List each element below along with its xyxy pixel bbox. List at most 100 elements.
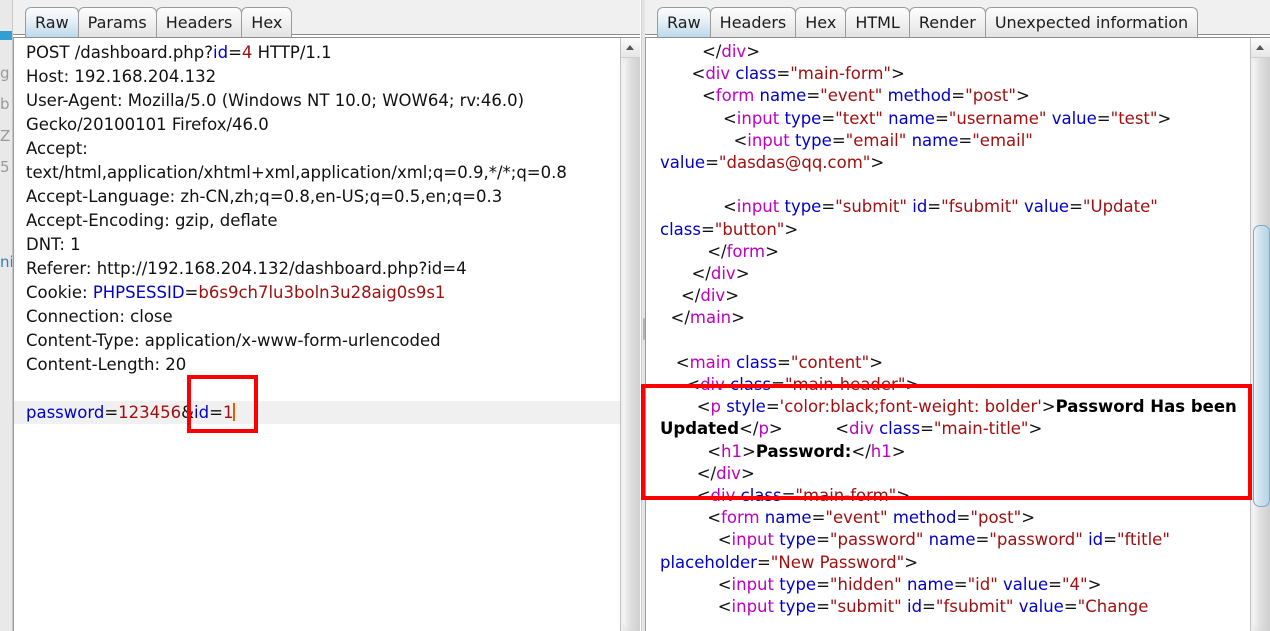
code-line: User-Agent: Mozilla/5.0 (Windows NT 10.0… bbox=[26, 89, 620, 113]
ghost-text-fragment: Z bbox=[0, 127, 11, 145]
code-token: type bbox=[779, 530, 817, 550]
code-token: div bbox=[710, 486, 741, 506]
code-token: = bbox=[765, 397, 780, 417]
code-token: & bbox=[181, 403, 195, 422]
code-token: class bbox=[740, 486, 782, 506]
request-tab-headers[interactable]: Headers bbox=[155, 7, 243, 37]
code-token: "event" bbox=[820, 86, 888, 106]
code-token: > bbox=[1041, 397, 1056, 417]
code-token: "Change bbox=[1077, 597, 1149, 617]
code-token: > bbox=[870, 153, 885, 173]
request-content-area[interactable]: POST /dashboard.php?id=4 HTTP/1.1 Host: 1… bbox=[13, 37, 640, 631]
code-token: < bbox=[660, 130, 748, 150]
code-token: > bbox=[869, 352, 884, 372]
code-token: value bbox=[1003, 574, 1049, 594]
code-token: text/html,application/xhtml+xml,applicat… bbox=[26, 163, 567, 182]
code-token: class bbox=[660, 219, 701, 239]
code-token: div bbox=[721, 42, 747, 61]
scroll-up-arrow-icon[interactable] bbox=[1251, 38, 1270, 58]
code-token: > bbox=[1021, 508, 1036, 528]
code-token: "ftitle" bbox=[1116, 530, 1170, 550]
code-token: = bbox=[705, 153, 719, 173]
text-cursor-caret bbox=[233, 403, 236, 421]
request-vertical-scrollbar[interactable] bbox=[620, 38, 640, 631]
code-line: <p style='color:black;font-weight: bolde… bbox=[660, 396, 1250, 440]
code-token: "post" bbox=[970, 508, 1022, 528]
code-token: Accept: bbox=[26, 139, 88, 158]
scrollbar-thumb[interactable] bbox=[1253, 225, 1270, 507]
code-line: Accept: bbox=[26, 137, 620, 161]
code-token: > bbox=[742, 441, 756, 461]
response-vertical-scrollbar[interactable] bbox=[1250, 38, 1270, 631]
code-token: div bbox=[849, 419, 880, 439]
code-token: class bbox=[735, 64, 777, 84]
code-line: Connection: close bbox=[26, 305, 620, 329]
code-token: div bbox=[716, 463, 741, 483]
code-token: b6s9ch7lu3boln3u28aig0s9s1 bbox=[198, 283, 446, 302]
code-token: = bbox=[816, 597, 830, 617]
code-token: div bbox=[705, 64, 736, 84]
code-line: <form name="event" method="post"> bbox=[660, 507, 1250, 529]
code-token: > bbox=[1157, 108, 1172, 128]
request-tab-bar: Raw Params Headers Hex bbox=[13, 0, 640, 37]
code-line: Host: 192.168.204.132 bbox=[26, 65, 620, 89]
scrollbar-track[interactable] bbox=[623, 58, 638, 629]
request-tab-hex[interactable]: Hex bbox=[241, 7, 293, 37]
code-token: Accept-Encoding: gzip, deflate bbox=[26, 211, 278, 230]
code-line: <div class="main-form"> bbox=[660, 485, 1250, 507]
code-token: name bbox=[888, 108, 935, 128]
code-token: < bbox=[782, 419, 850, 439]
response-tab-raw[interactable]: Raw bbox=[657, 7, 711, 37]
response-tab-headers[interactable]: Headers bbox=[709, 7, 797, 37]
code-line: Content-Type: application/x-www-form-url… bbox=[26, 329, 620, 353]
code-token: = bbox=[1103, 530, 1117, 550]
ghost-text-fragment: g bbox=[0, 64, 10, 82]
code-token: input bbox=[736, 108, 785, 128]
response-tab-html[interactable]: HTML bbox=[845, 7, 910, 37]
code-token: Host: 192.168.204.132 bbox=[26, 67, 217, 86]
code-token: > bbox=[1028, 419, 1043, 439]
code-token: > bbox=[746, 42, 761, 61]
code-token: < bbox=[660, 197, 737, 217]
code-token: < bbox=[660, 574, 732, 594]
code-line: <input type="password" name="password" i… bbox=[660, 529, 1250, 573]
code-token: form bbox=[721, 508, 765, 528]
response-tab-render[interactable]: Render bbox=[908, 7, 986, 37]
code-token: </ bbox=[660, 286, 701, 306]
code-token: = bbox=[1048, 574, 1062, 594]
code-token: < bbox=[660, 86, 716, 106]
code-token: method bbox=[892, 508, 957, 528]
code-token: "hidden" bbox=[829, 574, 907, 594]
code-token: "main-form" bbox=[795, 486, 897, 506]
code-token: "submit" bbox=[835, 197, 913, 217]
code-token: input bbox=[731, 574, 780, 594]
code-token: id bbox=[912, 197, 928, 217]
code-token: > bbox=[784, 219, 799, 239]
code-token: Content-Length: 20 bbox=[26, 355, 187, 374]
code-token: = bbox=[951, 86, 966, 106]
code-token: = bbox=[756, 552, 771, 572]
code-token: < bbox=[660, 597, 732, 617]
code-token: "test" bbox=[1110, 108, 1158, 128]
code-token: type bbox=[779, 574, 817, 594]
scroll-up-arrow-icon[interactable] bbox=[621, 38, 640, 58]
request-tab-params[interactable]: Params bbox=[77, 7, 157, 37]
code-line: <input type="email" name="email" value="… bbox=[660, 130, 1250, 174]
code-token: "New Password" bbox=[770, 552, 905, 572]
code-token: type bbox=[794, 130, 832, 150]
code-token: 1 bbox=[222, 403, 234, 422]
request-raw-text[interactable]: POST /dashboard.php?id=4 HTTP/1.1 Host: 1… bbox=[14, 38, 620, 425]
response-raw-text[interactable]: </div> <div class="main-form"> <form nam… bbox=[646, 38, 1250, 618]
code-token: "main-title" bbox=[933, 419, 1029, 439]
request-tab-raw[interactable]: Raw bbox=[25, 7, 79, 37]
response-tab-unexpected-information[interactable]: Unexpected information bbox=[984, 7, 1199, 37]
code-line: </div> bbox=[660, 463, 1250, 485]
response-tab-hex[interactable]: Hex bbox=[795, 7, 847, 37]
code-token: p bbox=[758, 419, 769, 439]
code-line: </main> bbox=[660, 307, 1250, 329]
response-content-area[interactable]: </div> <div class="main-form"> <form nam… bbox=[645, 37, 1270, 631]
code-token: Gecko/20100101 Firefox/46.0 bbox=[26, 115, 269, 134]
code-line: <main class="content"> bbox=[660, 352, 1250, 374]
code-line: password=123456&id=1 bbox=[26, 401, 620, 425]
response-tab-bar: Raw Headers Hex HTML Render Unexpected inform… bbox=[645, 0, 1270, 37]
